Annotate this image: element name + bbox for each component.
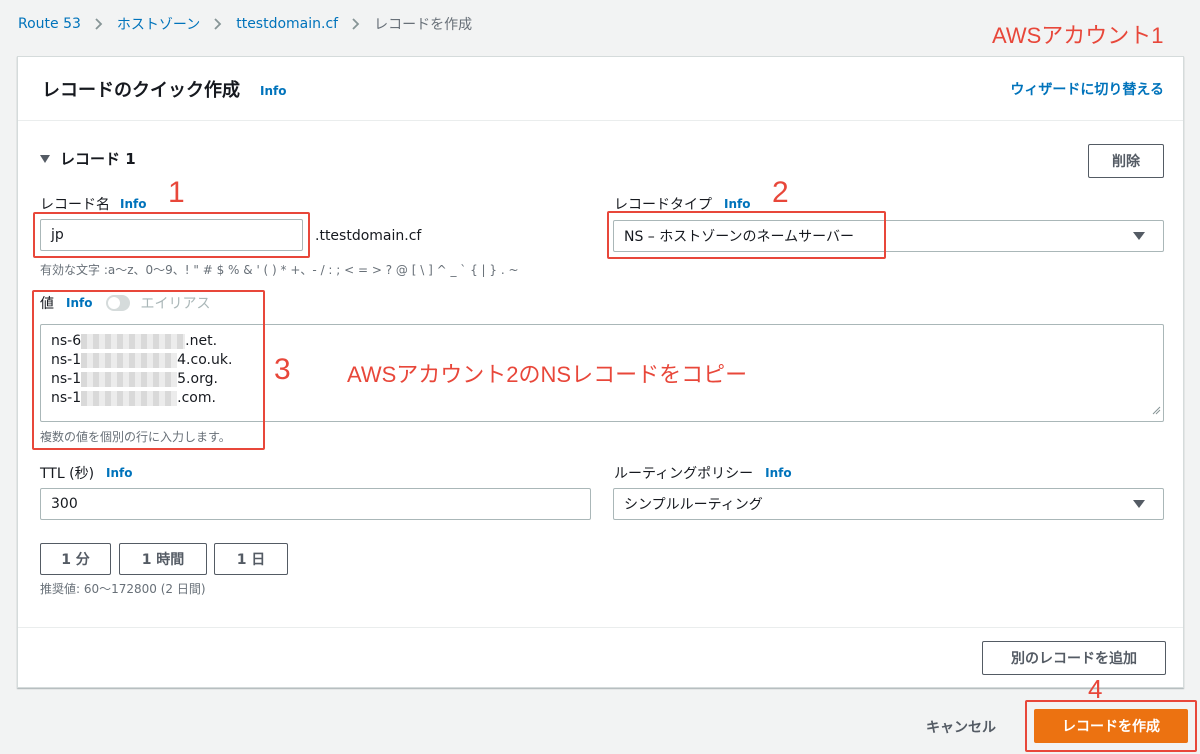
ttl-1hour-button[interactable]: 1 時間 [119, 543, 207, 575]
ttl-1min-button[interactable]: 1 分 [40, 543, 111, 575]
record-section-title: レコード 1 [60, 150, 136, 168]
card-header: レコードのクイック作成 Info ウィザードに切り替える [18, 57, 1183, 121]
record-type-info-link[interactable]: Info [724, 197, 750, 211]
record-name-label-row: レコード名 Info [40, 194, 146, 214]
breadcrumb-current: レコードを作成 [374, 17, 473, 33]
switch-wizard-link[interactable]: ウィザードに切り替える [1010, 79, 1164, 99]
ttl-label: TTL (秒) [40, 466, 95, 482]
domain-suffix: .ttestdomain.cf [315, 228, 422, 244]
cancel-button[interactable]: キャンセル [926, 717, 996, 737]
caret-down-icon [1133, 232, 1145, 240]
copy-note-annotation: AWSアカウント2のNSレコードをコピー [347, 362, 748, 387]
breadcrumb-domain[interactable]: ttestdomain.cf [236, 16, 338, 32]
breadcrumb-hosted-zones[interactable]: ホストゾーン [117, 14, 200, 34]
routing-label-row: ルーティングポリシー Info [614, 463, 792, 483]
routing-policy-value: シンプルルーティング [624, 497, 763, 513]
annotation-2: 2 [772, 176, 789, 209]
chevron-right-icon [95, 18, 103, 30]
annotation-3: 3 [274, 353, 291, 386]
breadcrumb: Route 53 ホストゾーン ttestdomain.cf レコードを作成 [18, 14, 472, 34]
chevron-right-icon [214, 18, 222, 30]
add-record-button[interactable]: 別のレコードを追加 [982, 641, 1166, 675]
ttl-hint: 推奨値: 60〜172800 (2 日間) [40, 582, 206, 596]
breadcrumb-route53[interactable]: Route 53 [18, 16, 81, 32]
ttl-info-link[interactable]: Info [106, 466, 132, 480]
resize-handle-icon[interactable] [1151, 403, 1161, 419]
routing-info-link[interactable]: Info [765, 466, 791, 480]
caret-down-icon [40, 154, 50, 163]
card-divider [18, 627, 1183, 628]
caret-down-icon [1133, 500, 1145, 508]
routing-policy-label: ルーティングポリシー [614, 466, 754, 482]
ttl-input[interactable]: 300 [40, 488, 591, 520]
annotation-box-2 [607, 211, 886, 259]
chevron-right-icon [352, 18, 360, 30]
title-info-link[interactable]: Info [260, 84, 286, 98]
record-name-info-link[interactable]: Info [120, 197, 146, 211]
account-annotation: AWSアカウント1 [992, 23, 1164, 48]
page-title: レコードのクイック作成 [42, 79, 240, 101]
ttl-label-row: TTL (秒) Info [40, 463, 133, 483]
delete-button[interactable]: 削除 [1088, 144, 1164, 178]
annotation-box-3 [32, 290, 265, 450]
create-record-button[interactable]: レコードを作成 [1034, 709, 1188, 743]
record-section-toggle[interactable]: レコード 1 [40, 148, 136, 169]
record-name-label: レコード名 [40, 197, 110, 213]
record-name-hint: 有効な文字 :a〜z、0〜9、! " # $ % & ' ( ) * +、- /… [40, 263, 519, 277]
annotation-1: 1 [168, 176, 185, 209]
routing-policy-select[interactable]: シンプルルーティング [613, 488, 1164, 520]
ttl-1day-button[interactable]: 1 日 [214, 543, 288, 575]
record-name-input[interactable]: jp [40, 219, 303, 251]
